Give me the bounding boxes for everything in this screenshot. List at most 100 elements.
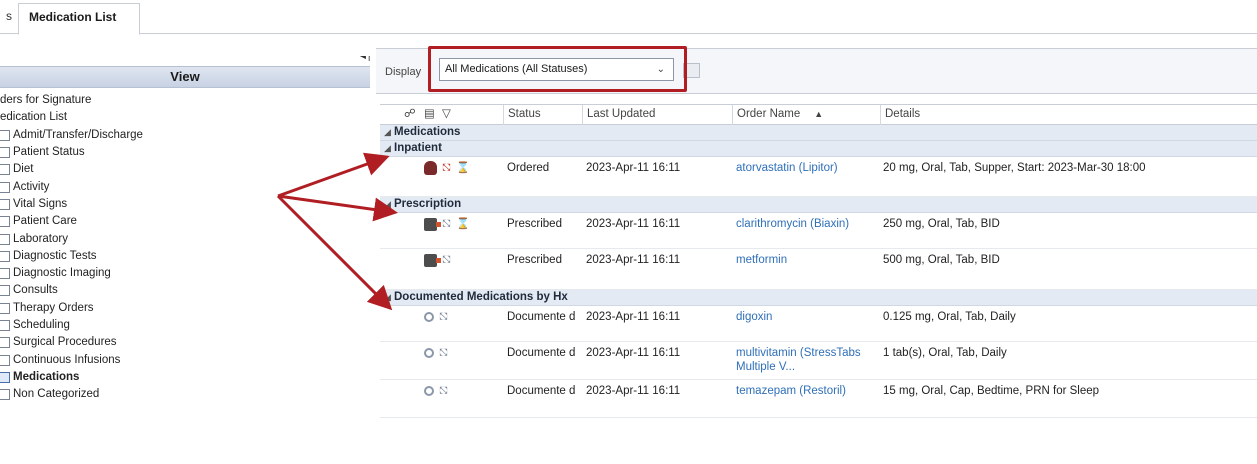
group-label: Medications (394, 126, 461, 138)
view-item-medication-list[interactable]: edication List (0, 109, 370, 126)
collapse-triangle-icon[interactable]: ◢ (384, 197, 391, 212)
view-item-scheduling[interactable]: Scheduling (0, 317, 370, 334)
view-item-label: Laboratory (13, 232, 68, 245)
column-header-details[interactable]: Details (880, 105, 1257, 125)
cell-order-name-link[interactable]: clarithromycin (Biaxin) (736, 217, 884, 231)
view-item-orders-for-signature[interactable]: ders for Signature (0, 92, 370, 109)
documented-med-icon (424, 348, 434, 358)
view-item-surgical-procedures[interactable]: Surgical Procedures (0, 334, 370, 351)
cell-details: 500 mg, Oral, Tab, BID (883, 254, 1000, 266)
checkbox[interactable] (0, 354, 10, 366)
order-hand-icon (424, 161, 437, 175)
documented-med-icon (424, 312, 434, 322)
view-item-patient-status[interactable]: Patient Status (0, 144, 370, 161)
cell-order-name-link[interactable]: metformin (736, 253, 884, 267)
column-header-last-updated[interactable]: Last Updated (582, 105, 732, 125)
group-label: Prescription (394, 198, 462, 210)
group-row-inpatient[interactable]: ◢ Inpatient (380, 141, 1257, 157)
group-row-medications[interactable]: ◢ Medications (380, 125, 1257, 141)
view-item-label: Diagnostic Tests (13, 249, 97, 262)
link-icon[interactable]: ☍ (400, 105, 416, 125)
checkbox[interactable] (0, 302, 10, 314)
view-list: ders for Signature edication List Admit/… (0, 92, 370, 403)
view-panel: ◄| View ders for Signature edication Lis… (0, 56, 370, 464)
table-row[interactable]: ⛞ Documente d 2023-Apr-11 16:11 digoxin … (380, 306, 1257, 342)
view-item-medications[interactable]: Medications (0, 369, 370, 386)
collapse-triangle-icon[interactable]: ◢ (384, 141, 391, 156)
cell-details: 250 mg, Oral, Tab, BID (883, 218, 1000, 230)
checkbox[interactable] (0, 320, 10, 331)
table-row[interactable]: ⛞ Documente d 2023-Apr-11 16:11 multivit… (380, 342, 1257, 380)
cell-status: Documente d (507, 385, 576, 397)
cell-last-updated: 2023-Apr-11 16:11 (586, 347, 681, 359)
cell-details: 20 mg, Oral, Tab, Supper, Start: 2023-Ma… (883, 162, 1146, 174)
view-item-admit-transfer-discharge[interactable]: Admit/Transfer/Discharge (0, 127, 370, 144)
document-icon[interactable]: ▤ (420, 105, 435, 125)
view-item-patient-care[interactable]: Patient Care (0, 213, 370, 230)
sort-ascending-icon: ▲ (814, 109, 824, 119)
table-row[interactable]: ⛞ Documente d 2023-Apr-11 16:11 temazepa… (380, 380, 1257, 418)
checkbox[interactable] (0, 129, 10, 141)
grid-header: ☍ ▤ ▽ Status Last Updated Order Name ▲ De… (380, 105, 1257, 125)
medication-list-pane: Display All Medications (All Statuses) ⌄… (376, 46, 1257, 464)
checkbox[interactable] (0, 198, 10, 210)
cell-status: Documente d (507, 347, 576, 359)
column-header-status[interactable]: Status (503, 105, 580, 125)
view-item-label: Admit/Transfer/Discharge (13, 128, 143, 141)
view-item-continuous-infusions[interactable]: Continuous Infusions (0, 351, 370, 368)
cell-order-name-link[interactable]: atorvastatin (Lipitor) (736, 161, 884, 175)
view-item-label: Therapy Orders (13, 301, 94, 314)
view-item-non-categorized[interactable]: Non Categorized (0, 386, 370, 403)
collapse-left-icon[interactable]: ◄| (358, 56, 370, 63)
row-icons: ⛞ (424, 345, 453, 361)
pharmacy-cart-icon: ⛞ (442, 218, 451, 230)
group-row-documented-medications[interactable]: ◢ Documented Medications by Hx (380, 290, 1257, 306)
row-icons: ⛞ (424, 383, 453, 399)
checkbox-checked[interactable] (0, 371, 10, 383)
group-row-prescription[interactable]: ◢ Prescription (380, 197, 1257, 213)
checkbox[interactable] (0, 181, 10, 193)
view-item-label: Consults (13, 284, 58, 297)
filter-icon[interactable]: ▽ (438, 105, 451, 125)
view-item-activity[interactable]: Activity (0, 178, 370, 195)
collapse-triangle-icon[interactable]: ◢ (384, 125, 391, 140)
pharmacy-cart-icon: ⛞ (439, 347, 448, 359)
checkbox[interactable] (0, 268, 10, 280)
checkbox[interactable] (0, 285, 10, 297)
collapse-triangle-icon[interactable]: ◢ (384, 290, 391, 305)
column-header-order-name[interactable]: Order Name ▲ (732, 105, 880, 125)
checkbox[interactable] (0, 337, 10, 349)
cell-status: Ordered (507, 162, 550, 174)
checkbox[interactable] (0, 216, 10, 228)
view-item-label: Diagnostic Imaging (13, 267, 111, 280)
view-item-label: Diet (13, 163, 34, 176)
view-item-diet[interactable]: Diet (0, 161, 370, 178)
view-item-label: Medications (13, 370, 80, 383)
hourglass-icon: ⌛ (456, 162, 470, 174)
checkbox[interactable] (0, 147, 10, 159)
table-row[interactable]: ⛞ ⌛ Ordered 2023-Apr-11 16:11 atorvastat… (380, 157, 1257, 197)
checkbox[interactable] (0, 164, 10, 176)
cell-order-name-link[interactable]: multivitamin (StressTabs Multiple V... (736, 346, 884, 374)
view-item-label: Vital Signs (13, 197, 68, 210)
display-label: Display (385, 66, 422, 78)
row-icons: ⛞ ⌛ (424, 216, 475, 232)
medication-grid: ☍ ▤ ▽ Status Last Updated Order Name ▲ De… (380, 104, 1257, 418)
prescription-icon (424, 253, 441, 267)
view-item-diagnostic-imaging[interactable]: Diagnostic Imaging (0, 265, 370, 282)
table-row[interactable]: ⛞ Prescribed 2023-Apr-11 16:11 metformin… (380, 249, 1257, 290)
view-item-label: edication List (0, 111, 68, 124)
view-item-vital-signs[interactable]: Vital Signs (0, 196, 370, 213)
checkbox[interactable] (0, 233, 10, 245)
cell-order-name-link[interactable]: digoxin (736, 310, 884, 324)
checkbox[interactable] (0, 389, 10, 401)
tab-bar: s Medication List (0, 0, 1257, 35)
view-item-therapy-orders[interactable]: Therapy Orders (0, 300, 370, 317)
view-item-laboratory[interactable]: Laboratory (0, 230, 370, 247)
checkbox[interactable] (0, 250, 10, 262)
tab-medication-list[interactable]: Medication List (18, 3, 140, 35)
view-item-diagnostic-tests[interactable]: Diagnostic Tests (0, 248, 370, 265)
table-row[interactable]: ⛞ ⌛ Prescribed 2023-Apr-11 16:11 clarith… (380, 213, 1257, 249)
view-item-consults[interactable]: Consults (0, 282, 370, 299)
cell-order-name-link[interactable]: temazepam (Restoril) (736, 384, 884, 398)
